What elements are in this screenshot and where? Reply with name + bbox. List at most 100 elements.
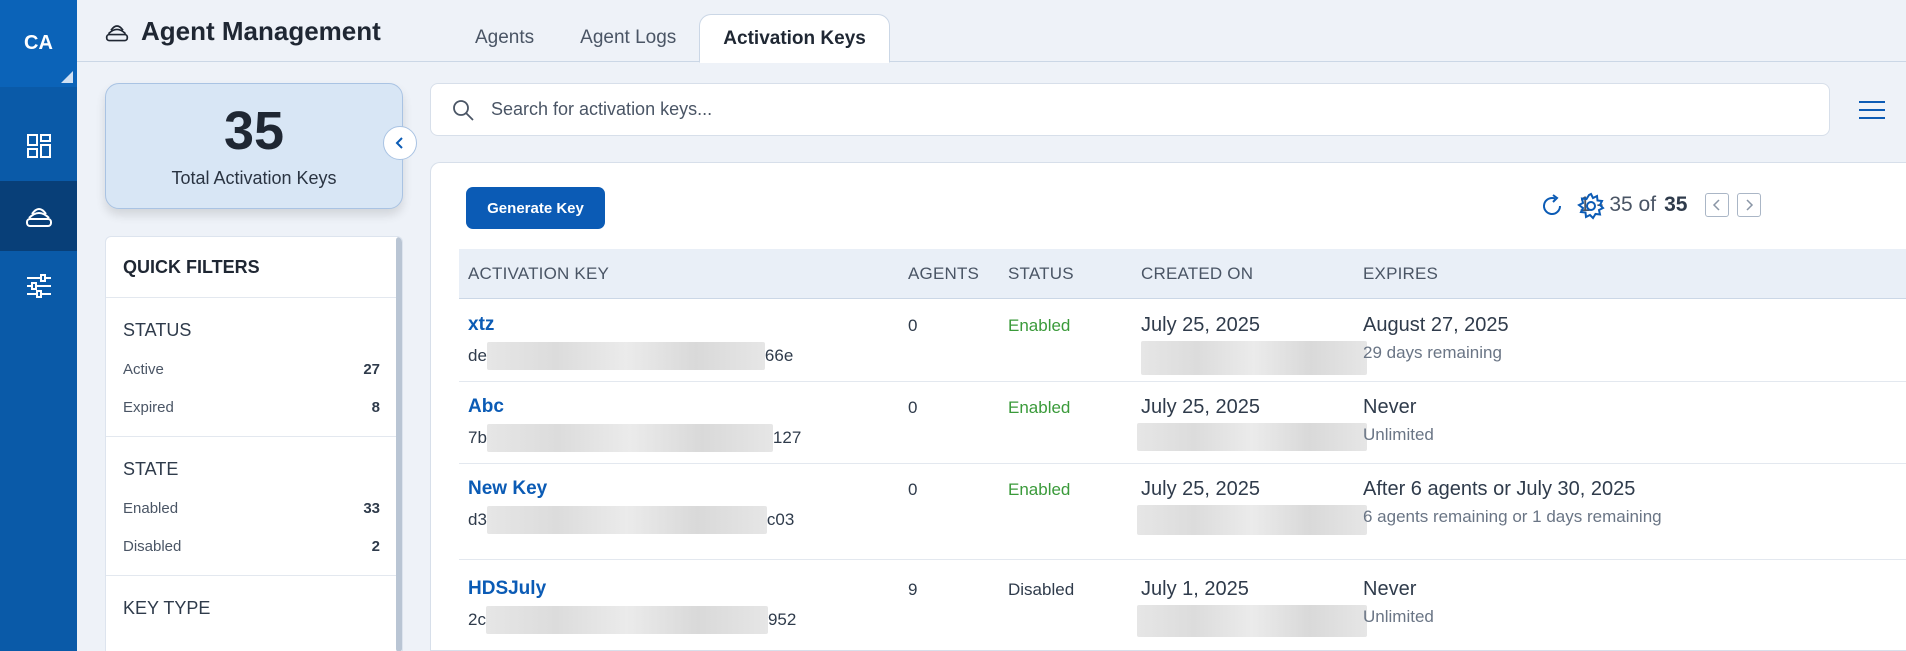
refresh-button[interactable]	[1537, 191, 1567, 221]
prev-page-button[interactable]	[1705, 193, 1730, 217]
redacted-key-mask	[486, 506, 767, 534]
key-prefix: 2c	[468, 610, 486, 629]
agents-count: 0	[908, 316, 918, 335]
org-switcher[interactable]: CA	[0, 0, 77, 87]
key-prefix: 7b	[468, 428, 487, 447]
redacted-creator-mask	[1137, 505, 1367, 535]
next-page-button[interactable]	[1737, 193, 1762, 217]
refresh-icon	[1543, 194, 1561, 215]
key-name-link[interactable]: HDSJuly	[468, 578, 796, 600]
redacted-creator-mask	[1137, 605, 1367, 637]
expires-note: Unlimited	[1363, 425, 1434, 444]
filter-status-expired[interactable]: Expired 8	[123, 388, 380, 426]
col-status[interactable]: STATUS	[1008, 264, 1074, 284]
key-value: 2c 952	[468, 606, 796, 634]
chevron-left-icon	[1713, 199, 1720, 211]
table-row[interactable]: HDSJuly 2c 952 9 Disabled July 1, 2025 N…	[459, 560, 1906, 650]
expires-note: 6 agents remaining or 1 days remaining	[1363, 507, 1662, 526]
header: Agent Management Agents Agent Logs Activ…	[77, 0, 1906, 63]
key-prefix: de	[468, 346, 487, 365]
key-value: de 66e	[468, 342, 793, 370]
key-name-link[interactable]: Abc	[468, 396, 801, 418]
table-header: ACTIVATION KEY AGENTS STATUS CREATED ON …	[459, 249, 1906, 299]
filter-state-enabled[interactable]: Enabled 33	[123, 489, 380, 527]
rail-item-agents[interactable]	[0, 181, 77, 251]
generate-key-button[interactable]: Generate Key	[466, 187, 605, 229]
key-name-link[interactable]: New Key	[468, 478, 794, 500]
filter-label: Active	[123, 360, 164, 378]
created-date: July 25, 2025	[1141, 314, 1260, 336]
expires-note: 29 days remaining	[1363, 343, 1502, 362]
status-badge: Disabled	[1008, 580, 1075, 599]
total-keys-card: 35 Total Activation Keys	[105, 83, 403, 209]
agent-icon	[105, 24, 129, 41]
activation-keys-panel: Generate Key 1 - 35 of 35 ACTIVATION KEY…	[430, 162, 1906, 651]
tab-bar: Agents Agent Logs Activation Keys	[452, 14, 890, 63]
filter-section-state: STATE	[123, 459, 179, 479]
collapse-panel-button[interactable]	[383, 126, 417, 160]
table-row[interactable]: Abc 7b 127 0 Enabled July 25, 2025 Never…	[459, 382, 1906, 464]
status-badge: Enabled	[1008, 480, 1071, 499]
filter-count: 2	[371, 537, 380, 555]
search-input[interactable]	[491, 99, 1691, 120]
org-initials: CA	[24, 32, 53, 54]
expires-note: Unlimited	[1363, 607, 1434, 626]
redacted-creator-mask	[1137, 423, 1367, 451]
redacted-key-mask	[486, 342, 765, 370]
filter-status-active[interactable]: Active 27	[123, 350, 380, 388]
dashboard-icon	[26, 134, 51, 158]
quick-filters-panel: QUICK FILTERS STATUS Active 27 Expired 8…	[105, 236, 403, 651]
page-title-text: Agent Management	[141, 16, 381, 46]
key-suffix: 127	[772, 428, 802, 447]
corner-indicator-icon	[61, 71, 73, 83]
created-date: July 1, 2025	[1141, 578, 1249, 600]
created-date: July 25, 2025	[1141, 478, 1260, 500]
left-rail: CA	[0, 0, 77, 651]
expires-value: Never	[1363, 396, 1417, 418]
agents-count: 9	[908, 580, 918, 599]
chevron-right-icon	[1746, 199, 1754, 211]
total-keys-label: Total Activation Keys	[171, 168, 337, 188]
col-expires[interactable]: EXPIRES	[1363, 264, 1438, 284]
total-keys-count: 35	[223, 101, 285, 161]
agents-count: 0	[908, 398, 918, 417]
filter-section-status: STATUS	[123, 320, 192, 340]
created-date: July 25, 2025	[1141, 396, 1260, 418]
expires-value: After 6 agents or July 30, 2025	[1363, 478, 1636, 500]
gear-icon	[1577, 192, 1605, 220]
chevron-left-icon	[395, 137, 403, 149]
expires-value: August 27, 2025	[1363, 314, 1509, 336]
filter-count: 33	[363, 499, 380, 517]
col-activation-key[interactable]: ACTIVATION KEY	[468, 264, 609, 284]
hamburger-menu-icon[interactable]	[1858, 98, 1886, 122]
tab-activation-keys[interactable]: Activation Keys	[699, 14, 890, 63]
agents-count: 0	[908, 480, 918, 499]
filters-scrollbar[interactable]	[396, 237, 402, 651]
filter-state-disabled[interactable]: Disabled 2	[123, 527, 380, 565]
key-suffix: 952	[767, 610, 797, 629]
tab-agents[interactable]: Agents	[452, 14, 557, 62]
filter-label: Expired	[123, 398, 174, 416]
expires-value: Never	[1363, 578, 1417, 600]
col-created-on[interactable]: CREATED ON	[1141, 264, 1253, 284]
pagination: 1 - 35 of 35	[1579, 193, 1762, 217]
filter-label: Disabled	[123, 537, 182, 555]
tab-agent-logs[interactable]: Agent Logs	[557, 14, 699, 62]
key-value: 7b 127	[468, 424, 801, 452]
rail-item-dashboard[interactable]	[0, 111, 77, 181]
col-agents[interactable]: AGENTS	[908, 264, 979, 284]
filter-count: 27	[363, 360, 380, 378]
key-name-link[interactable]: xtz	[468, 314, 793, 336]
filter-label: Enabled	[123, 499, 179, 517]
table-row[interactable]: New Key d3 c03 0 Enabled July 25, 2025 A…	[459, 464, 1906, 560]
redacted-key-mask	[485, 606, 768, 634]
search-icon	[449, 96, 477, 124]
table-row[interactable]: xtz de 66e 0 Enabled July 25, 2025 Augus…	[459, 300, 1906, 382]
key-value: d3 c03	[468, 506, 794, 534]
page-title: Agent Management	[103, 16, 381, 47]
settings-button[interactable]	[1576, 191, 1606, 221]
filter-section-key-type: KEY TYPE	[123, 598, 211, 618]
agent-icon	[25, 208, 52, 227]
rail-item-settings[interactable]	[0, 251, 77, 321]
key-suffix: 66e	[764, 346, 794, 365]
